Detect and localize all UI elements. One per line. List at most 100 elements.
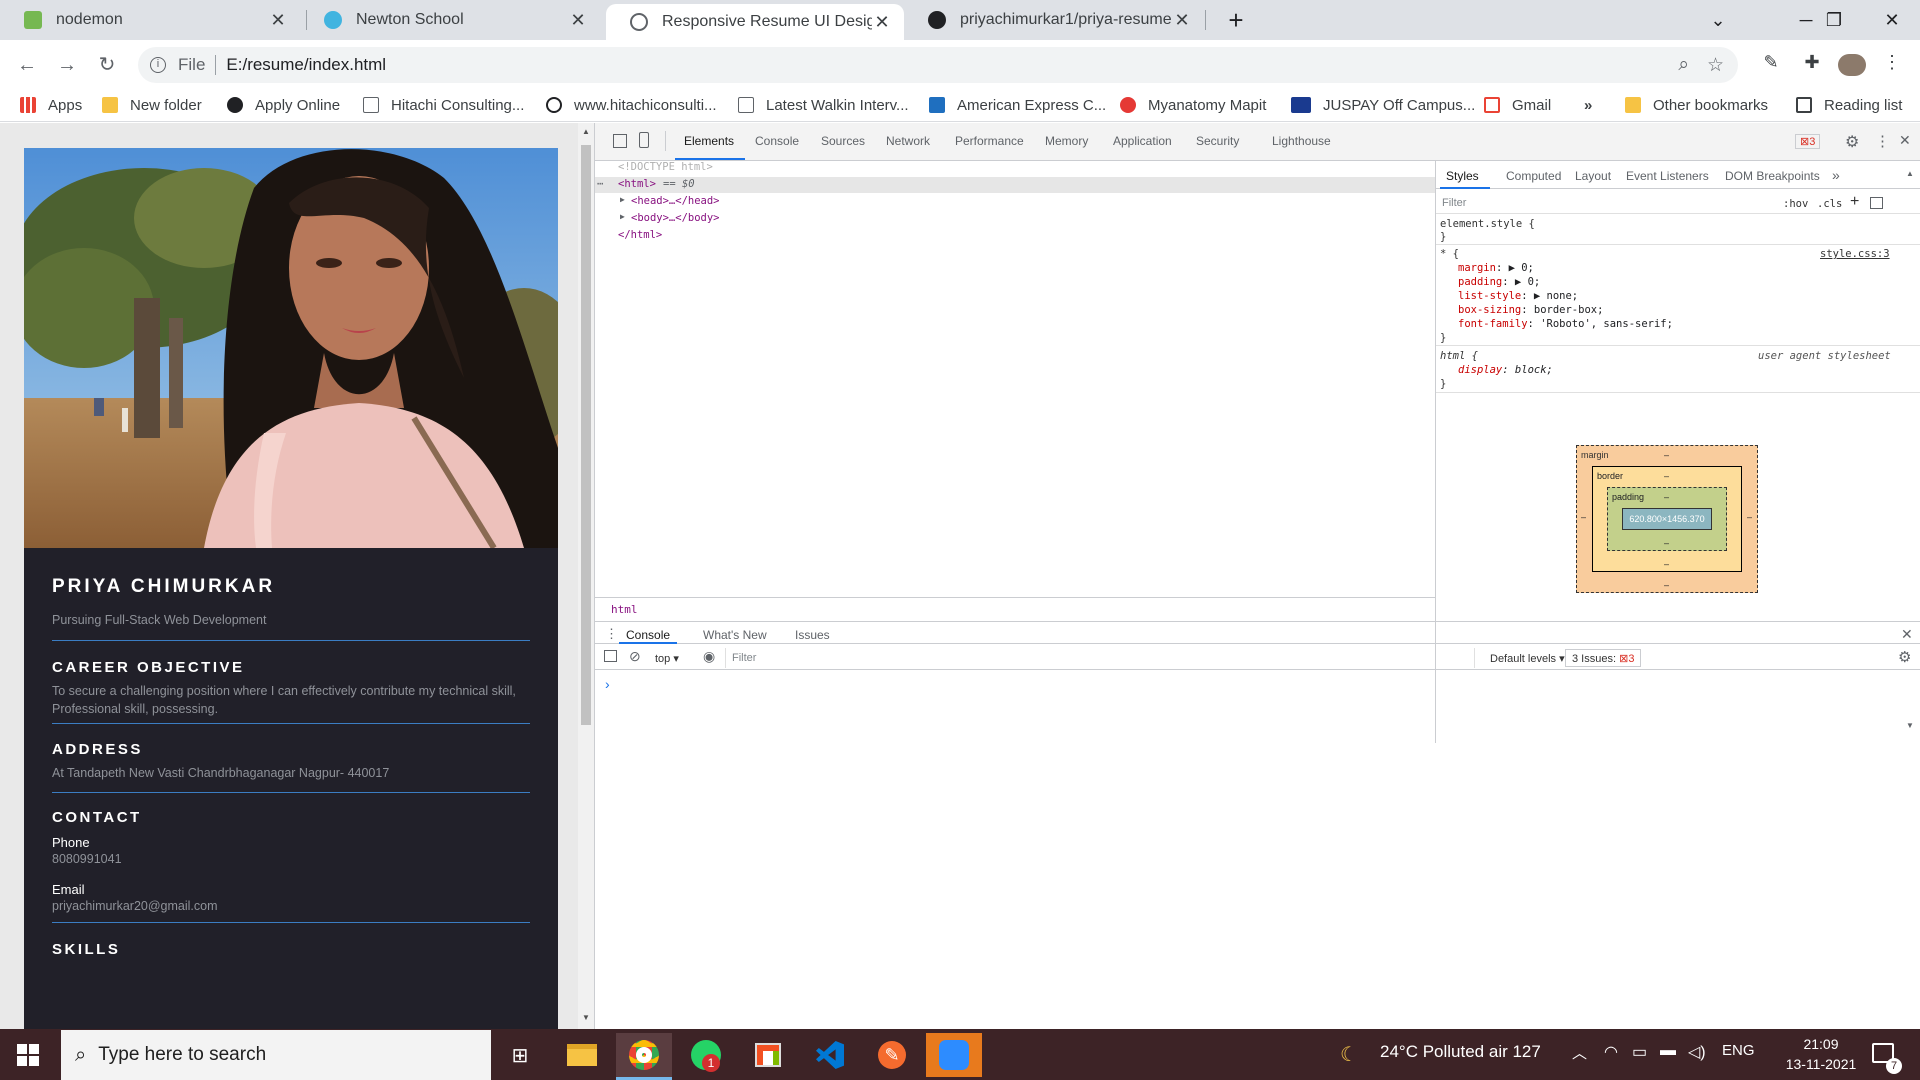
hov-toggle[interactable]: :hov (1783, 198, 1808, 210)
drawer-menu-icon[interactable]: ⋮ (605, 626, 618, 642)
info-icon[interactable]: i (150, 57, 166, 73)
vscode-icon[interactable] (802, 1033, 858, 1077)
dom-head-node[interactable]: <head>…</head> (631, 195, 720, 207)
reading-list-button[interactable]: Reading list (1796, 94, 1902, 116)
devtools-tab-lighthouse[interactable]: Lighthouse (1272, 134, 1331, 148)
styles-scroll-up-arrow-icon[interactable]: ▲ (1906, 169, 1914, 178)
dom-html-close[interactable]: </html> (618, 229, 662, 241)
maximize-button[interactable]: ❐ (1806, 0, 1862, 40)
cls-toggle[interactable]: .cls (1817, 198, 1842, 210)
devtools-tab-security[interactable]: Security (1196, 134, 1239, 148)
scroll-up-arrow-icon[interactable]: ▲ (582, 127, 590, 136)
console-settings-gear-icon[interactable]: ⚙ (1898, 648, 1911, 666)
close-drawer-icon[interactable]: ✕ (1901, 626, 1913, 643)
close-window-button[interactable]: ✕ (1864, 0, 1920, 40)
bookmark-apps[interactable]: Apps (20, 94, 82, 116)
style-declaration[interactable]: list-style: ▶ none; (1458, 290, 1578, 302)
styles-tab-computed[interactable]: Computed (1506, 169, 1561, 183)
devtools-tab-application[interactable]: Application (1113, 134, 1172, 148)
styles-tab-layout[interactable]: Layout (1575, 169, 1611, 183)
bookmark-other-bookmarks[interactable]: Other bookmarks (1625, 94, 1768, 116)
console-filter-input[interactable]: Filter (725, 648, 1475, 668)
styles-tab-dom-breakpoints[interactable]: DOM Breakpoints (1725, 169, 1820, 183)
scrollbar-thumb[interactable] (581, 145, 591, 725)
address-bar[interactable]: i File E:/resume/index.html ⌕ ☆ (138, 47, 1738, 83)
devtools-tab-elements[interactable]: Elements (684, 134, 734, 148)
tab-search-chevron-icon[interactable]: ⌄ (1690, 0, 1746, 40)
reload-button[interactable]: ↻ (94, 52, 120, 78)
bookmark-hitachi-site[interactable]: www.hitachiconsulti... (546, 94, 717, 116)
page-scrollbar[interactable]: ▲ ▼ (578, 123, 594, 1029)
new-tab-button[interactable]: + (1220, 4, 1252, 36)
box-model-border[interactable]: border – – padding – – 620.800×1456.370 (1592, 466, 1742, 572)
tab-newton-school[interactable]: Newton School ✕ (300, 0, 600, 40)
expand-triangle-icon[interactable]: ▶ (620, 212, 625, 221)
back-button[interactable]: ← (14, 52, 40, 78)
zoom-app-icon[interactable] (926, 1033, 982, 1077)
styles-filter-input[interactable]: Filter (1442, 197, 1466, 209)
bookmark-apply-online[interactable]: Apply Online (227, 94, 340, 116)
devtools-tab-network[interactable]: Network (886, 134, 930, 148)
bookmark-new-folder[interactable]: New folder (102, 94, 202, 116)
dom-doctype[interactable]: <!DOCTYPE html> (618, 161, 713, 173)
close-tab-icon[interactable]: ✕ (1172, 10, 1192, 31)
drawer-tab-console[interactable]: Console (626, 628, 670, 642)
console-prompt[interactable]: › (605, 676, 610, 692)
browser-menu-icon[interactable]: ⋮ (1882, 52, 1902, 78)
windows-start-icon[interactable] (17, 1044, 39, 1066)
scroll-down-arrow-icon[interactable]: ▼ (582, 1013, 590, 1022)
style-declaration[interactable]: font-family: 'Roboto', sans-serif; (1458, 318, 1673, 330)
close-tab-icon[interactable]: ✕ (872, 12, 892, 33)
live-expression-eye-icon[interactable]: ◉ (703, 648, 715, 665)
star-rule-selector[interactable]: * { (1440, 248, 1459, 260)
dom-body-node[interactable]: <body>…</body> (631, 212, 720, 224)
devtools-tab-sources[interactable]: Sources (821, 134, 865, 148)
extension-dropper-icon[interactable]: ✎ (1758, 52, 1784, 78)
dom-selected-row[interactable] (595, 177, 1435, 193)
console-issues-counter[interactable]: 3 Issues: ⊠3 (1565, 649, 1642, 667)
styles-tab-styles[interactable]: Styles (1446, 169, 1479, 183)
forward-button[interactable]: → (54, 52, 80, 78)
bookmark-star-icon[interactable]: ☆ (1707, 54, 1724, 77)
weather-moon-icon[interactable]: ☾ (1340, 1042, 1358, 1067)
drawer-tab-issues[interactable]: Issues (795, 628, 830, 642)
settings-gear-icon[interactable]: ⚙ (1845, 132, 1859, 152)
wifi-icon[interactable]: ◠ (1604, 1042, 1618, 1062)
console-sidebar-icon[interactable] (604, 650, 617, 662)
language-indicator[interactable]: ENG (1722, 1042, 1755, 1059)
expand-triangle-icon[interactable]: ▶ (620, 195, 625, 204)
clock[interactable]: 21:09 13-11-2021 (1776, 1034, 1866, 1074)
file-explorer-icon[interactable] (554, 1033, 610, 1077)
chrome-taskbar-icon[interactable] (616, 1033, 672, 1077)
dom-html-open[interactable]: <html> (618, 178, 656, 190)
star-rule-source-link[interactable]: style.css:3 (1820, 248, 1890, 260)
new-style-rule-icon[interactable]: + (1850, 193, 1859, 211)
styles-more-chevron[interactable]: » (1832, 167, 1840, 183)
bookmark-myanatomy[interactable]: Myanatomy Mapit (1120, 94, 1266, 116)
device-toolbar-icon[interactable] (639, 132, 649, 148)
box-model-margin[interactable]: margin – – – – border – – padding – – 62… (1576, 445, 1758, 593)
extensions-puzzle-icon[interactable]: ✚ (1799, 52, 1825, 78)
devtools-tab-performance[interactable]: Performance (955, 134, 1024, 148)
devtools-menu-icon[interactable]: ⋮ (1875, 132, 1890, 150)
box-model-padding[interactable]: padding – – 620.800×1456.370 (1607, 487, 1727, 551)
clear-console-icon[interactable]: ⊘ (629, 648, 641, 665)
drawer-tab-whats-new[interactable]: What's New (703, 628, 767, 642)
devtools-tab-console[interactable]: Console (755, 134, 799, 148)
tab-nodemon[interactable]: nodemon ✕ (0, 0, 300, 40)
more-bookmarks-chevron[interactable]: » (1584, 94, 1592, 116)
context-selector[interactable]: top ▾ (655, 652, 679, 665)
sublime-pen-icon[interactable]: ✎ (864, 1033, 920, 1077)
bookmark-walkin[interactable]: Latest Walkin Interv... (738, 94, 909, 116)
dom-row-ellipsis-icon[interactable]: ⋯ (597, 178, 603, 190)
bookmark-juspay[interactable]: JUSPAY Off Campus... (1291, 94, 1475, 116)
task-view-icon[interactable]: ⊞ (492, 1033, 548, 1077)
toggle-sidebar-icon[interactable] (1870, 197, 1883, 209)
style-declaration[interactable]: padding: ▶ 0; (1458, 276, 1540, 288)
log-levels-dropdown[interactable]: Default levels ▾ (1490, 652, 1565, 665)
element-style-selector[interactable]: element.style { (1440, 218, 1535, 230)
breadcrumb-html[interactable]: html (611, 603, 638, 616)
weather-text[interactable]: 24°C Polluted air 127 (1380, 1042, 1541, 1062)
bookmark-hitachi[interactable]: Hitachi Consulting... (363, 94, 524, 116)
device-icon[interactable]: ▭ (1632, 1042, 1647, 1062)
